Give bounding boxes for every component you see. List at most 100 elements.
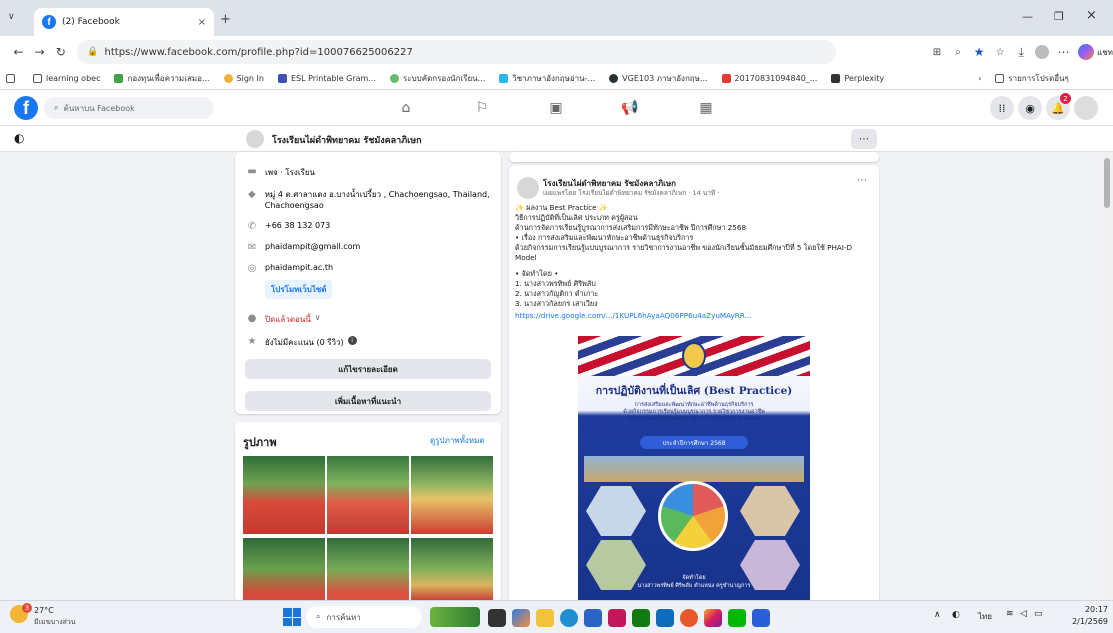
close-tab-icon[interactable]: ×: [198, 17, 206, 28]
clock-date[interactable]: 2/1/2569: [1060, 617, 1108, 626]
flag-icon[interactable]: ⚐: [472, 98, 492, 118]
input-language[interactable]: ไทย: [978, 610, 992, 623]
post-line: 3. นางสาวกัลยกร เสาเวียง: [515, 299, 598, 308]
photo-thumbnail[interactable]: [411, 538, 493, 602]
bookmark-item[interactable]: Sign In: [223, 74, 264, 83]
forward-icon[interactable]: →: [29, 41, 50, 63]
promote-website-button[interactable]: โปรโมทเว็บไซต์: [265, 280, 333, 299]
add-featured-button[interactable]: เพิ่มเนื้อหาที่แนะนำ: [245, 391, 491, 411]
other-bookmarks[interactable]: รายการโปรดอื่นๆ: [995, 72, 1069, 85]
poster-year-badge: ประจำปีการศึกษา 2568: [640, 436, 748, 449]
url-bar[interactable]: 🔒 https://www.facebook.com/profile.php?i…: [77, 40, 837, 64]
scrollbar-thumb[interactable]: [1104, 158, 1110, 208]
outlook-icon[interactable]: [656, 609, 674, 627]
battery-icon[interactable]: ▭: [1034, 609, 1043, 619]
profile-icon[interactable]: [1032, 41, 1053, 63]
bookmark-item[interactable]: [6, 74, 19, 83]
photos-app-icon[interactable]: [608, 609, 626, 627]
poster-school-photo: [584, 456, 804, 482]
calendar-icon[interactable]: ▦: [696, 98, 716, 118]
clock-time[interactable]: 20:17: [1060, 605, 1108, 614]
see-all-photos-link[interactable]: ดูรูปภาพทั้งหมด: [430, 434, 485, 447]
minimize-icon[interactable]: —: [1022, 10, 1033, 23]
search-icon: ⌕: [54, 103, 59, 112]
copilot-button[interactable]: แชท: [1078, 44, 1113, 60]
store-icon[interactable]: [584, 609, 602, 627]
instagram-icon[interactable]: [704, 609, 722, 627]
address-row: ◆ หมู่ 4 ต.ศาลาแดง อ.บางน้ำเปรี้ยว , Chac…: [245, 189, 491, 211]
photo-thumbnail[interactable]: [327, 538, 409, 602]
bookmark-item[interactable]: กองทุนเพื่อความเสมอ...: [114, 72, 210, 85]
folder-icon: [995, 74, 1005, 83]
copilot-taskbar-icon[interactable]: [512, 609, 530, 627]
account-avatar[interactable]: [1074, 96, 1098, 120]
word-icon[interactable]: [752, 609, 770, 627]
bookmark-item[interactable]: วิชาภาษาอังกฤษอ่าน-...: [499, 72, 595, 85]
bookmark-item[interactable]: Perplexity: [831, 74, 884, 83]
menu-grid-icon[interactable]: ⁞⁞: [990, 96, 1014, 120]
more-icon[interactable]: ⋯: [1053, 41, 1074, 63]
start-icon[interactable]: [283, 608, 301, 626]
photo-thumbnail[interactable]: [243, 538, 325, 602]
line-icon[interactable]: [728, 609, 746, 627]
home-icon[interactable]: ⌂: [396, 98, 416, 118]
megaphone-icon[interactable]: 📢: [620, 98, 640, 118]
address-toolbar: ← → ↻ 🔒 https://www.facebook.com/profile…: [0, 36, 1113, 68]
chevron-down-icon[interactable]: ∨: [315, 313, 321, 322]
bookmark-icon: [277, 74, 287, 83]
bookmark-item[interactable]: VGE103 ภาษาอังกฤษ...: [609, 72, 708, 85]
new-tab-icon[interactable]: +: [220, 12, 231, 27]
photo-thumbnail[interactable]: [327, 456, 409, 534]
file-explorer-icon[interactable]: [536, 609, 554, 627]
close-window-icon[interactable]: ×: [1086, 8, 1097, 23]
facebook-search-input[interactable]: ⌕ ค้นหาบน Facebook: [44, 97, 214, 119]
read-aloud-icon[interactable]: ⊞: [926, 41, 947, 63]
bookmarks-overflow-icon[interactable]: ›: [978, 74, 981, 83]
zoom-icon[interactable]: ⌕: [947, 41, 968, 63]
post-more-icon[interactable]: ⋯: [857, 175, 867, 186]
edge-icon[interactable]: [560, 609, 578, 627]
weather-temp[interactable]: 27°C: [34, 606, 54, 615]
favorites-icon[interactable]: ☆: [990, 41, 1011, 63]
bookmark-item[interactable]: ระบบคัดกรองนักเรียน...: [389, 72, 485, 85]
tray-chevron-icon[interactable]: ∧: [934, 610, 941, 620]
insights-icon[interactable]: ▣: [546, 98, 566, 118]
reload-icon[interactable]: ↻: [50, 41, 71, 63]
widgets-icon[interactable]: [430, 607, 480, 627]
page-switch-icon[interactable]: ◐: [14, 131, 24, 145]
bookmark-item[interactable]: 20170831094840_...: [721, 74, 817, 83]
taskbar-search[interactable]: ⌕ การค้นหา: [306, 606, 422, 628]
site-info-icon[interactable]: 🔒: [87, 47, 98, 57]
firefox-icon[interactable]: [680, 609, 698, 627]
photo-thumbnail[interactable]: [243, 456, 325, 534]
download-icon[interactable]: ⤓: [1011, 41, 1032, 63]
task-view-icon[interactable]: [488, 609, 506, 627]
page-scrollbar[interactable]: [1101, 152, 1113, 600]
edit-details-button[interactable]: แก้ไขรายละเอียด: [245, 359, 491, 379]
facebook-logo-icon[interactable]: f: [14, 96, 38, 120]
post-image[interactable]: การปฏิบัติงานที่เป็นเลิศ (Best Practice)…: [578, 336, 810, 602]
post-author-avatar[interactable]: [517, 177, 539, 199]
xbox-icon[interactable]: [632, 609, 650, 627]
info-icon[interactable]: i: [347, 336, 357, 345]
tab-list-chevron-icon[interactable]: ∨: [8, 12, 15, 22]
page-name[interactable]: โรงเรียนไผ่ดำพิทยาคม รัชมังคลาภิเษก: [272, 133, 422, 147]
tray-app-icon[interactable]: ◐: [952, 610, 960, 620]
poster-footer: จัดทำโดย นางสาวพรทิพย์ ศิริพลับ ตำแหน่ง …: [637, 575, 751, 589]
restore-icon[interactable]: ❐: [1054, 10, 1064, 23]
page-avatar: [246, 130, 264, 148]
page-more-button[interactable]: ⋯: [851, 129, 877, 149]
bookmark-icon: [389, 74, 399, 83]
post-link[interactable]: https://drive.google.com/.../1KUPL6hAyaA…: [515, 311, 875, 321]
bookmark-item[interactable]: learning obec: [33, 74, 100, 83]
browser-tab[interactable]: f (2) Facebook ×: [34, 8, 214, 36]
email-row: ✉ phaidampit@gmail.com: [245, 242, 491, 253]
back-icon[interactable]: ←: [8, 41, 29, 63]
photo-thumbnail[interactable]: [411, 456, 493, 534]
volume-icon[interactable]: ◁: [1020, 609, 1027, 619]
wifi-icon[interactable]: ≋: [1006, 609, 1014, 619]
favorite-star-icon[interactable]: ★: [969, 41, 990, 63]
messenger-icon[interactable]: ◉: [1018, 96, 1042, 120]
bookmark-item[interactable]: ESL Printable Gram...: [277, 74, 376, 83]
pdf-icon: [721, 74, 731, 83]
